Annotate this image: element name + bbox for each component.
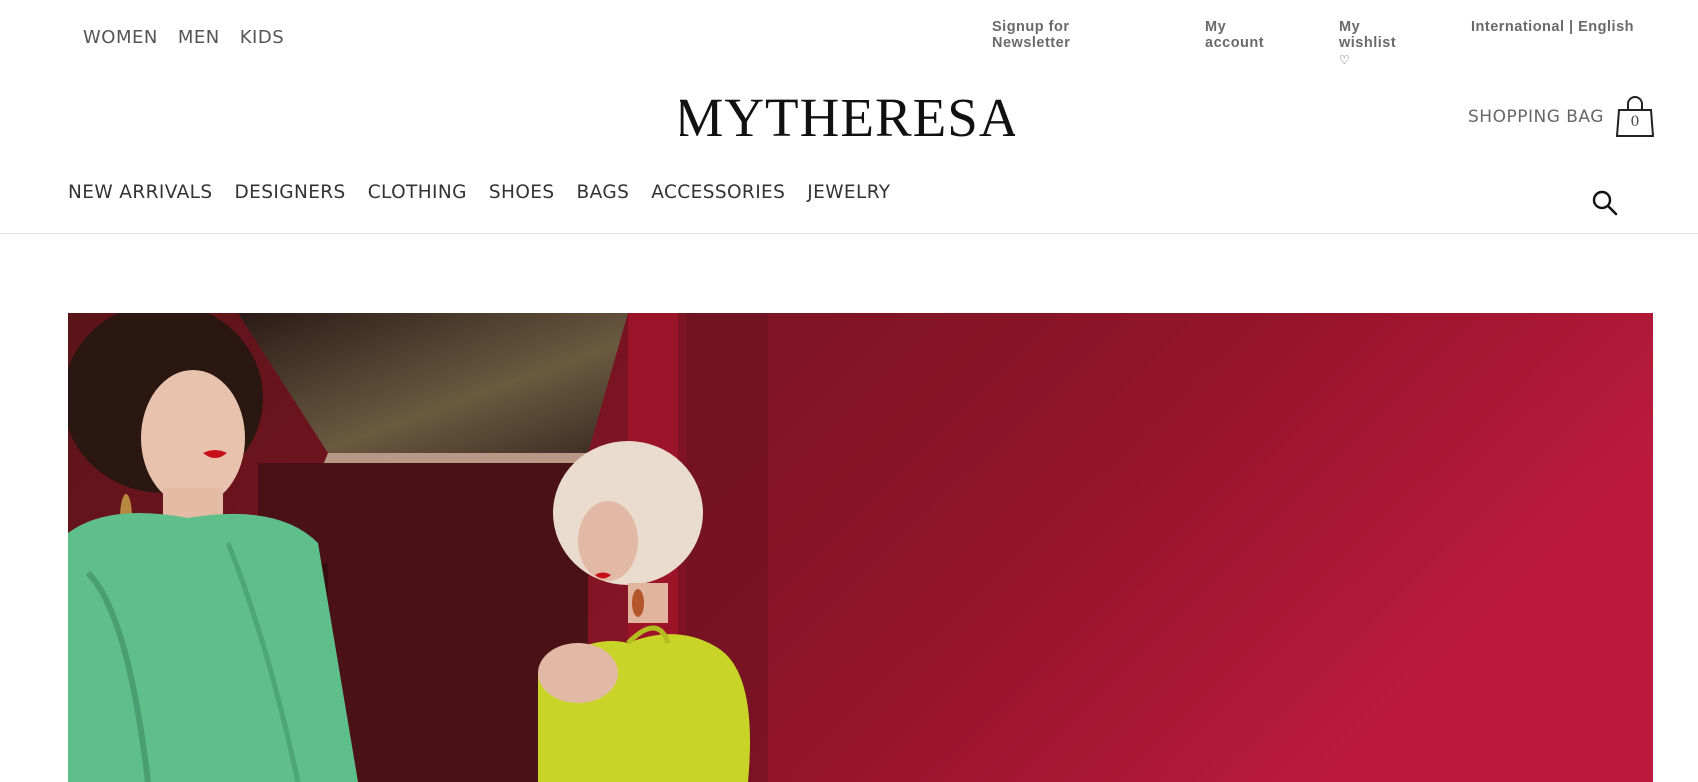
shopping-bag-icon: 0	[1615, 96, 1655, 138]
category-nav: NEW ARRIVALS DESIGNERS CLOTHING SHOES BA…	[68, 182, 913, 203]
nav-bags[interactable]: BAGS	[577, 182, 630, 203]
nav-shoes[interactable]: SHOES	[489, 182, 555, 203]
svg-text:MYTHERESA: MYTHERESA	[680, 88, 1015, 142]
nav-accessories[interactable]: ACCESSORIES	[651, 182, 785, 203]
nav-women[interactable]: WOMEN	[83, 27, 158, 48]
nav-new-arrivals[interactable]: NEW ARRIVALS	[68, 182, 213, 203]
nav-kids[interactable]: KIDS	[240, 27, 284, 48]
nav-men[interactable]: MEN	[178, 27, 220, 48]
search-icon[interactable]	[1592, 190, 1618, 216]
wishlist-link[interactable]: My wishlist ♡	[1339, 19, 1396, 67]
bag-count: 0	[1630, 114, 1640, 130]
gender-nav: WOMEN MEN KIDS	[83, 27, 284, 48]
hero-campaign-image[interactable]	[68, 313, 1653, 782]
shopping-bag-button[interactable]: SHOPPING BAG 0	[1468, 96, 1655, 138]
header-divider	[0, 233, 1698, 234]
shopping-bag-label: SHOPPING BAG	[1468, 107, 1604, 127]
nav-jewelry[interactable]: JEWELRY	[807, 182, 890, 203]
nav-designers[interactable]: DESIGNERS	[235, 182, 346, 203]
nav-clothing[interactable]: CLOTHING	[368, 182, 467, 203]
logo-wordmark: MYTHERESA	[674, 87, 1018, 148]
hero-illustration	[68, 313, 1653, 782]
brand-logo[interactable]: MYTHERESA	[674, 87, 1018, 148]
heart-icon: ♡	[1339, 53, 1351, 67]
wishlist-label: My wishlist	[1339, 19, 1397, 51]
account-link[interactable]: My account	[1205, 19, 1264, 51]
region-language-link[interactable]: International | English	[1471, 19, 1634, 35]
newsletter-link[interactable]: Signup for Newsletter	[992, 19, 1070, 51]
